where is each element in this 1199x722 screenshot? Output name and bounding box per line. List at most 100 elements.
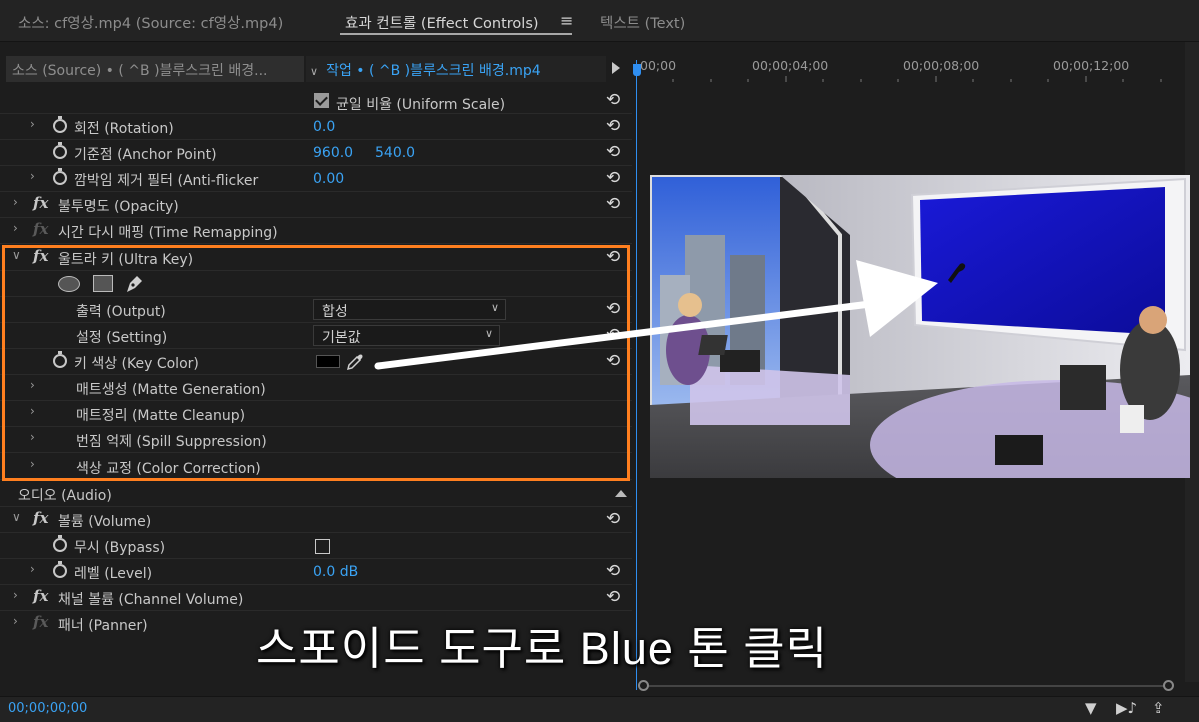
setting-dropdown-value: 기본값 [322,330,361,346]
chevron-right-icon[interactable]: › [30,457,35,471]
reset-icon[interactable]: ⟲ [606,142,620,162]
row-uniform-scale: 균일 비율 (Uniform Scale) ⟲ [0,88,632,114]
chevron-right-icon[interactable]: › [13,588,18,602]
ellipse-mask-icon[interactable] [58,276,80,292]
active-tab-indicator [340,33,572,35]
reset-icon[interactable]: ⟲ [606,247,620,267]
row-spill-suppression: › 번짐 억제 (Spill Suppression) [0,427,632,453]
panner-label: 패너 (Panner) [58,618,148,634]
reset-icon[interactable]: ⟲ [606,299,620,319]
panel-tab-bar: 소스: cf영상.mp4 (Source: cf영상.mp4) 효과 컨트롤 (… [0,0,1199,42]
timeline-zoom-scrollbar[interactable] [636,676,1176,696]
output-dropdown[interactable]: 합성 ∨ [313,299,506,320]
reset-icon[interactable]: ⟲ [606,194,620,214]
ruler-label-4s: 00;00;04;00 [752,58,829,73]
current-timecode[interactable]: 00;00;00;00 [8,701,87,716]
reset-icon[interactable]: ⟲ [606,90,620,110]
key-color-swatch[interactable] [316,355,340,368]
chevron-right-icon[interactable]: › [13,221,18,235]
fx-icon: fx [33,613,49,631]
clip-header: 소스 (Source) • ( ^B )블루스크린 배경... ∨ 작업 • ( … [0,56,1199,82]
bypass-checkbox[interactable] [315,539,330,554]
fx-icon[interactable]: fx [33,587,48,605]
anchor-y-value[interactable]: 540.0 [375,145,415,161]
time-ruler[interactable] [636,76,1176,82]
uniform-scale-checkbox[interactable] [314,93,329,108]
fx-icon[interactable]: fx [33,509,48,527]
effect-properties-list: 균일 비율 (Uniform Scale) ⟲ › 회전 (Rotation) … [0,88,636,640]
reset-icon[interactable]: ⟲ [606,587,620,607]
row-antiflicker: › 깜박임 제거 필터 (Anti-flicker 0.00 ⟲ [0,166,632,192]
panel-menu-icon[interactable]: ≡ [560,11,573,30]
scroll-start-handle[interactable] [638,680,649,691]
tutorial-caption: 스포이드 도구로 Blue 톤 클릭 [256,623,829,674]
setting-dropdown[interactable]: 기본값 ∨ [313,325,500,346]
playhead-line[interactable] [636,60,637,690]
uniform-scale-label: 균일 비율 (Uniform Scale) [336,97,506,113]
chevron-right-icon[interactable]: › [30,562,35,576]
color-correction-label: 색상 교정 (Color Correction) [76,461,261,477]
scroll-track[interactable] [644,685,1170,687]
chevron-right-icon[interactable]: › [13,195,18,209]
row-bypass: 무시 (Bypass) [0,533,632,559]
fx-icon: fx [33,220,49,238]
tab-source[interactable]: 소스: cf영상.mp4 (Source: cf영상.mp4) [18,12,283,33]
fx-icon[interactable]: fx [33,194,48,212]
chevron-down-icon[interactable]: ∨ [12,248,21,262]
matte-generation-label: 매트생성 (Matte Generation) [76,382,266,398]
reset-icon[interactable]: ⟲ [606,168,620,188]
stopwatch-icon[interactable] [53,351,67,368]
playhead-handle[interactable] [633,64,641,76]
chevron-down-icon[interactable]: ∨ [12,510,21,524]
spill-suppression-label: 번짐 억제 (Spill Suppression) [76,434,267,450]
export-icon[interactable]: ⇪ [1152,699,1165,717]
anchor-label: 기준점 (Anchor Point) [74,147,217,163]
row-rotation: › 회전 (Rotation) 0.0 ⟲ [0,114,632,140]
source-clip-selector[interactable]: 소스 (Source) • ( ^B )블루스크린 배경... [6,56,304,82]
output-dropdown-value: 합성 [322,304,348,320]
anchor-x-value[interactable]: 960.0 [313,145,353,161]
row-anchor-point: 기준점 (Anchor Point) 960.0 540.0 ⟲ [0,140,632,166]
tab-text[interactable]: 텍스트 (Text) [600,12,685,33]
video-preview-thumbnail [650,175,1190,478]
stopwatch-icon[interactable] [53,142,67,159]
time-remap-label: 시간 다시 매핑 (Time Remapping) [58,225,278,241]
loop-audio-icon[interactable]: ▶♪ [1116,699,1137,717]
row-opacity: › fx 불투명도 (Opacity) ⟲ [0,192,632,218]
filter-icon[interactable]: ▼ [1085,699,1097,717]
fx-icon[interactable]: fx [33,247,48,265]
chevron-right-icon[interactable]: › [30,117,35,131]
collapse-up-icon[interactable] [615,490,627,497]
play-only-audio-icon[interactable] [612,62,620,74]
level-value[interactable]: 0.0 dB [313,564,358,580]
reset-icon[interactable]: ⟲ [606,116,620,136]
row-level: › 레벨 (Level) 0.0 dB ⟲ [0,559,632,585]
chevron-right-icon[interactable]: › [30,169,35,183]
row-audio-section: 오디오 (Audio) [0,481,632,507]
stopwatch-icon[interactable] [53,535,67,552]
reset-icon[interactable]: ⟲ [606,351,620,371]
stopwatch-icon[interactable] [53,561,67,578]
chevron-right-icon[interactable]: › [13,614,18,628]
reset-icon[interactable]: ⟲ [606,561,620,581]
channel-volume-label: 채널 볼륨 (Channel Volume) [58,592,244,608]
sequence-clip-selector[interactable]: ∨ 작업 • ( ^B )블루스크린 배경.mp4 [306,56,606,82]
tab-effect-controls[interactable]: 효과 컨트롤 (Effect Controls) [345,12,539,33]
pen-mask-icon[interactable] [124,274,144,294]
chevron-right-icon[interactable]: › [30,404,35,418]
stopwatch-icon[interactable] [53,116,67,133]
row-output: 출력 (Output) 합성 ∨ ⟲ [0,297,632,323]
antiflicker-value[interactable]: 0.00 [313,171,344,187]
chevron-right-icon[interactable]: › [30,378,35,392]
row-key-color: 키 색상 (Key Color) ⟲ [0,349,632,375]
row-matte-cleanup: › 매트정리 (Matte Cleanup) [0,401,632,427]
reset-icon[interactable]: ⟲ [606,509,620,529]
reset-icon[interactable]: ⟲ [606,325,620,345]
key-color-label: 키 색상 (Key Color) [74,356,199,372]
eyedropper-icon[interactable] [346,353,364,371]
stopwatch-icon[interactable] [53,168,67,185]
rectangle-mask-icon[interactable] [93,275,113,292]
rotation-value[interactable]: 0.0 [313,119,335,135]
scroll-end-handle[interactable] [1163,680,1174,691]
chevron-right-icon[interactable]: › [30,430,35,444]
